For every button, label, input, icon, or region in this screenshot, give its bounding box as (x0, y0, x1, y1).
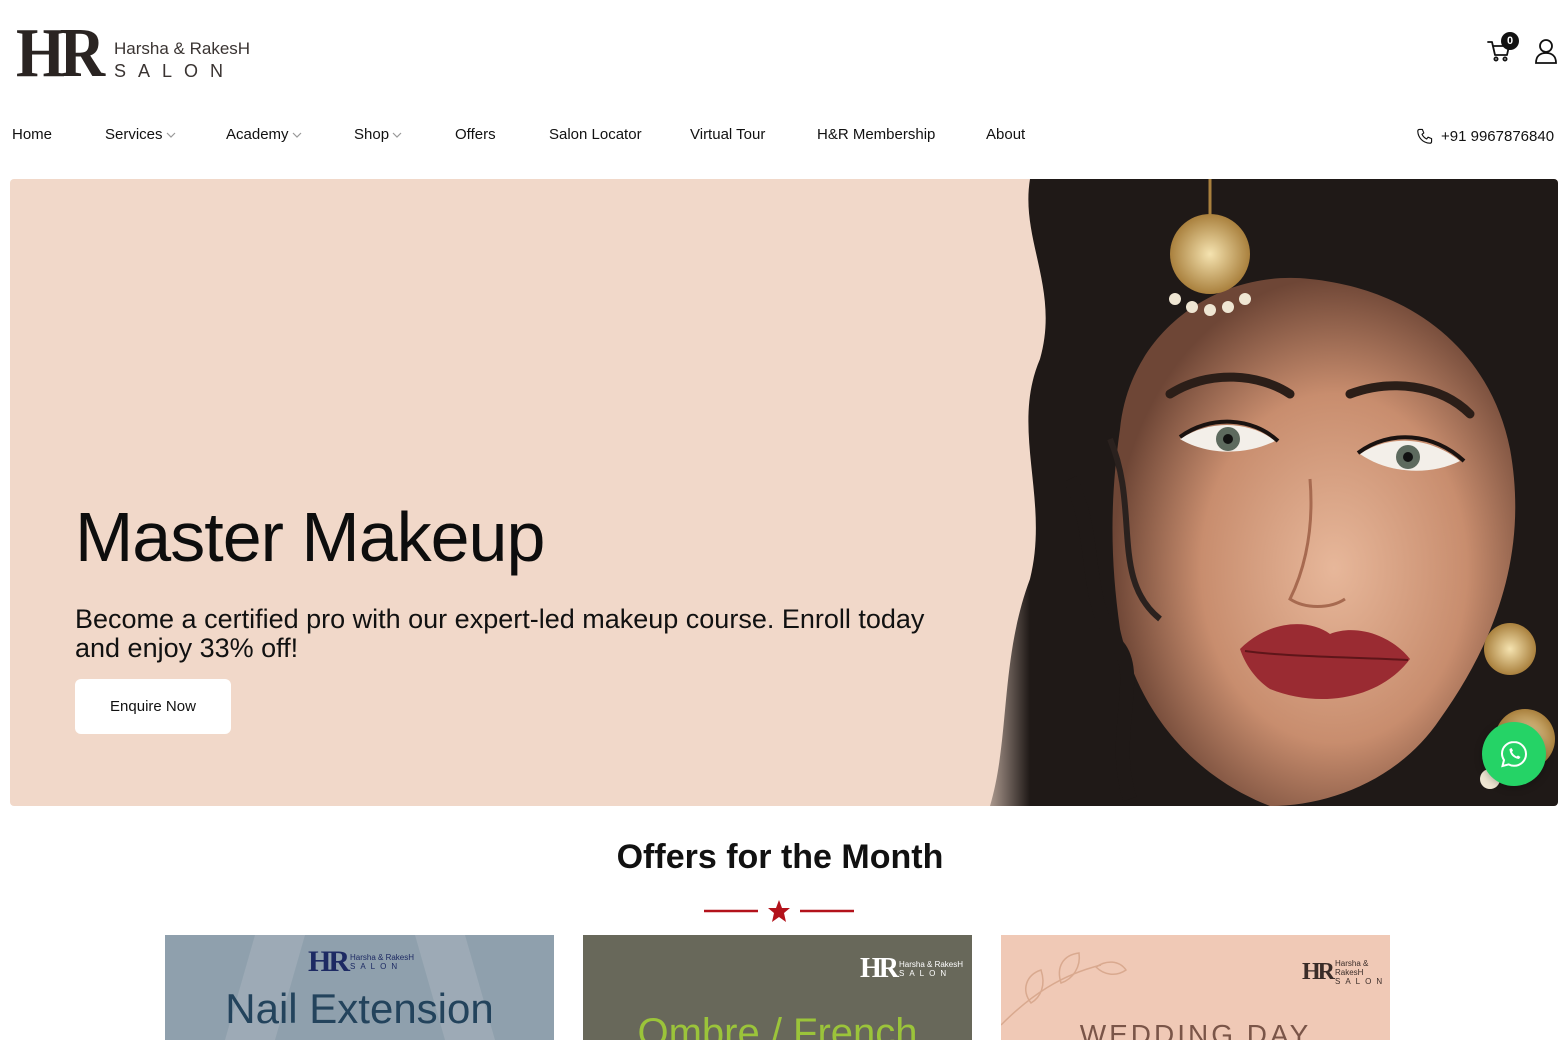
offer-card-wedding-day[interactable]: HR Harsha & RakesH SALON WEDDING DAY (1001, 935, 1390, 1040)
nav-item-academy[interactable]: Academy (226, 126, 302, 143)
hero-title: Master Makeup (75, 498, 545, 576)
phone-contact[interactable]: +91 9967876840 (1416, 128, 1554, 145)
star-icon (768, 900, 790, 922)
phone-icon (1417, 128, 1433, 144)
nav-item-membership[interactable]: H&R Membership (817, 126, 935, 143)
nav-item-services[interactable]: Services (105, 126, 176, 143)
hero-banner: Master Makeup Become a certified pro wit… (10, 179, 1558, 806)
cart-count-badge: 0 (1501, 32, 1519, 50)
chevron-down-icon (166, 132, 175, 138)
nav-item-label: H&R Membership (817, 126, 936, 143)
card-logo-mark: HR (860, 953, 899, 984)
phone-number: +91 9967876840 (1441, 128, 1555, 145)
card-logo-mark: HR (1302, 959, 1335, 985)
hero-subtitle: Become a certified pro with our expert-l… (75, 604, 925, 663)
main-nav: Home Services Academy Shop Offers Salon … (0, 120, 1560, 156)
nav-item-salon-locator[interactable]: Salon Locator (549, 126, 642, 143)
whatsapp-icon (1500, 740, 1528, 768)
site-header: HR Harsha & RakesH SALON 0 (0, 0, 1560, 110)
logo-line-1: Harsha & RakesH (114, 39, 251, 58)
chevron-down-icon (292, 132, 301, 138)
nav-item-shop[interactable]: Shop (354, 126, 402, 143)
chevron-down-icon (392, 132, 402, 138)
nav-item-label: Home (12, 126, 53, 143)
enquire-now-button[interactable]: Enquire Now (75, 679, 231, 734)
nav-item-offers[interactable]: Offers (455, 126, 496, 143)
logo-mark: HR (16, 15, 105, 92)
brand-logo[interactable]: HR Harsha & RakesH SALON (16, 15, 256, 92)
nav-item-label: Services (105, 126, 163, 143)
nav-item-label: Offers (455, 126, 496, 143)
nav-item-home[interactable]: Home (12, 126, 52, 143)
nav-item-label: Shop (354, 126, 390, 143)
card-logo-mark: HR (308, 945, 350, 978)
offer-card-nail-extension[interactable]: HR Harsha & RakesH SALON Nail Extension (165, 935, 554, 1040)
whatsapp-chat-button[interactable] (1482, 722, 1546, 786)
card-logo-line-1: Harsha & RakesH (1335, 959, 1369, 977)
nav-item-label: Salon Locator (549, 126, 642, 143)
offer-card-ombre-french[interactable]: HR Harsha & RakesH SALON Ombre / French (583, 935, 972, 1040)
card-logo-line-2: SALON (899, 969, 952, 978)
hero-model-image (970, 179, 1558, 806)
nav-item-label: Virtual Tour (690, 126, 766, 143)
card-title: Nail Extension (225, 985, 494, 1032)
card-logo-line-2: SALON (350, 962, 403, 971)
card-logo: HR Harsha & RakesH SALON (308, 945, 414, 979)
card-logo-line-1: Harsha & RakesH (899, 960, 964, 969)
card-logo-line-2: SALON (1335, 977, 1388, 986)
card-title: WEDDING DAY (1079, 1019, 1312, 1040)
user-icon[interactable] (1534, 38, 1558, 64)
card-logo: HR Harsha & RakesH SALON (860, 953, 963, 985)
card-logo: HR Harsha & RakesH SALON (1302, 959, 1390, 986)
card-title: Ombre / French (637, 1011, 918, 1040)
logo-line-2: SALON (114, 61, 236, 81)
offers-section-title: Offers for the Month (616, 838, 944, 876)
nav-item-label: Academy (226, 126, 289, 143)
star-divider (704, 900, 854, 922)
card-logo-line-1: Harsha & RakesH (350, 953, 415, 962)
nav-item-virtual-tour[interactable]: Virtual Tour (690, 126, 765, 143)
nav-item-about[interactable]: About (986, 126, 1025, 143)
logo-text: Harsha & RakesH SALON (114, 39, 250, 86)
nav-item-label: About (986, 126, 1026, 143)
